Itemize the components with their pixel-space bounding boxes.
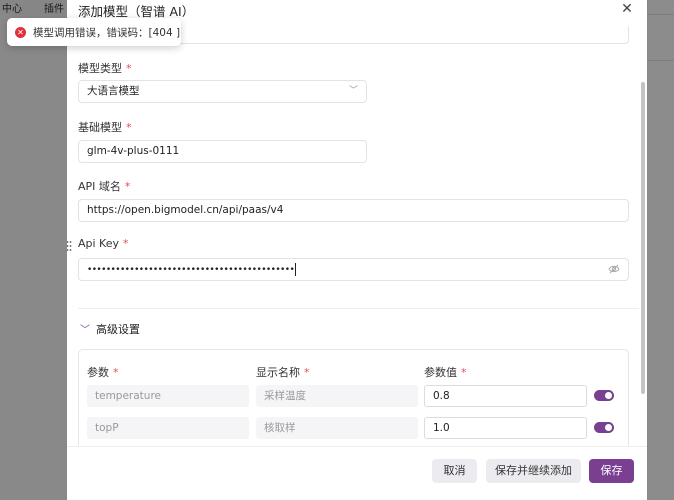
close-icon[interactable]: ✕ <box>619 1 635 17</box>
param-name-field: temperature <box>87 385 249 407</box>
save-and-continue-button[interactable]: 保存并继续添加 <box>486 459 581 483</box>
api-key-value: ••••••••••••••••••••••••••••••••••••••••… <box>87 265 295 275</box>
base-model-input[interactable]: glm-4v-plus-0111 <box>78 140 367 163</box>
cancel-button[interactable]: 取消 <box>432 459 477 483</box>
advanced-settings-label: 高级设置 <box>96 323 140 336</box>
param-value-input[interactable]: 1.0 <box>424 417 587 439</box>
param-display-name-field: 核取样 <box>256 417 418 439</box>
param-name-field: topP <box>87 417 249 439</box>
error-icon: ✕ <box>15 27 26 38</box>
model-type-select[interactable]: 大语言模型 ﹀ <box>78 80 367 103</box>
model-type-label: 模型类型 * <box>78 62 132 75</box>
model-type-value: 大语言模型 <box>87 85 140 97</box>
api-key-label: Api Key * <box>78 237 129 250</box>
eye-off-icon[interactable] <box>608 263 620 275</box>
toast-message: 模型调用错误，错误码：[404 ] <box>33 27 181 39</box>
column-header-param: 参数 * <box>87 366 119 379</box>
api-domain-label: API 域名 * <box>78 180 131 193</box>
param-enable-toggle[interactable] <box>594 422 614 433</box>
save-button[interactable]: 保存 <box>589 459 634 483</box>
params-table: 参数 * 显示名称 * 参数值 * temperature 采样温度 0.8 topP… <box>78 349 629 446</box>
param-display-name-field: 采样温度 <box>256 385 418 407</box>
api-key-input[interactable]: ••••••••••••••••••••••••••••••••••••••••… <box>78 258 629 281</box>
chevron-down-icon: ﹀ <box>80 325 90 336</box>
drawer-footer: 取消 保存并继续添加 保存 <box>67 446 647 500</box>
add-model-drawer: 添加模型（智谱 AI） ✕ 模型类型 * 大语言模型 ﹀ 基础模型 * glm-4v… <box>67 0 647 500</box>
param-value-input[interactable]: 0.8 <box>424 385 587 407</box>
drawer-scrollbar[interactable] <box>641 82 645 394</box>
error-toast: ✕ 模型调用错误，错误码：[404 ] <box>7 18 181 46</box>
chevron-down-icon: ﹀ <box>348 86 358 96</box>
param-enable-toggle[interactable] <box>594 390 614 401</box>
section-divider <box>78 308 639 309</box>
column-header-display-name: 显示名称 * <box>256 366 310 379</box>
drag-handle-icon[interactable] <box>67 240 72 252</box>
api-domain-input[interactable]: https://open.bigmodel.cn/api/paas/v4 <box>78 199 629 222</box>
base-model-value: glm-4v-plus-0111 <box>87 145 180 157</box>
base-model-label: 基础模型 * <box>78 121 132 134</box>
drawer-body[interactable]: 模型类型 * 大语言模型 ﹀ 基础模型 * glm-4v-plus-0111 API… <box>67 18 639 446</box>
drawer-header: 添加模型（智谱 AI） ✕ <box>67 0 647 19</box>
column-header-param-value: 参数值 * <box>424 366 467 379</box>
text-caret <box>295 262 297 276</box>
api-domain-value: https://open.bigmodel.cn/api/paas/v4 <box>87 204 284 216</box>
